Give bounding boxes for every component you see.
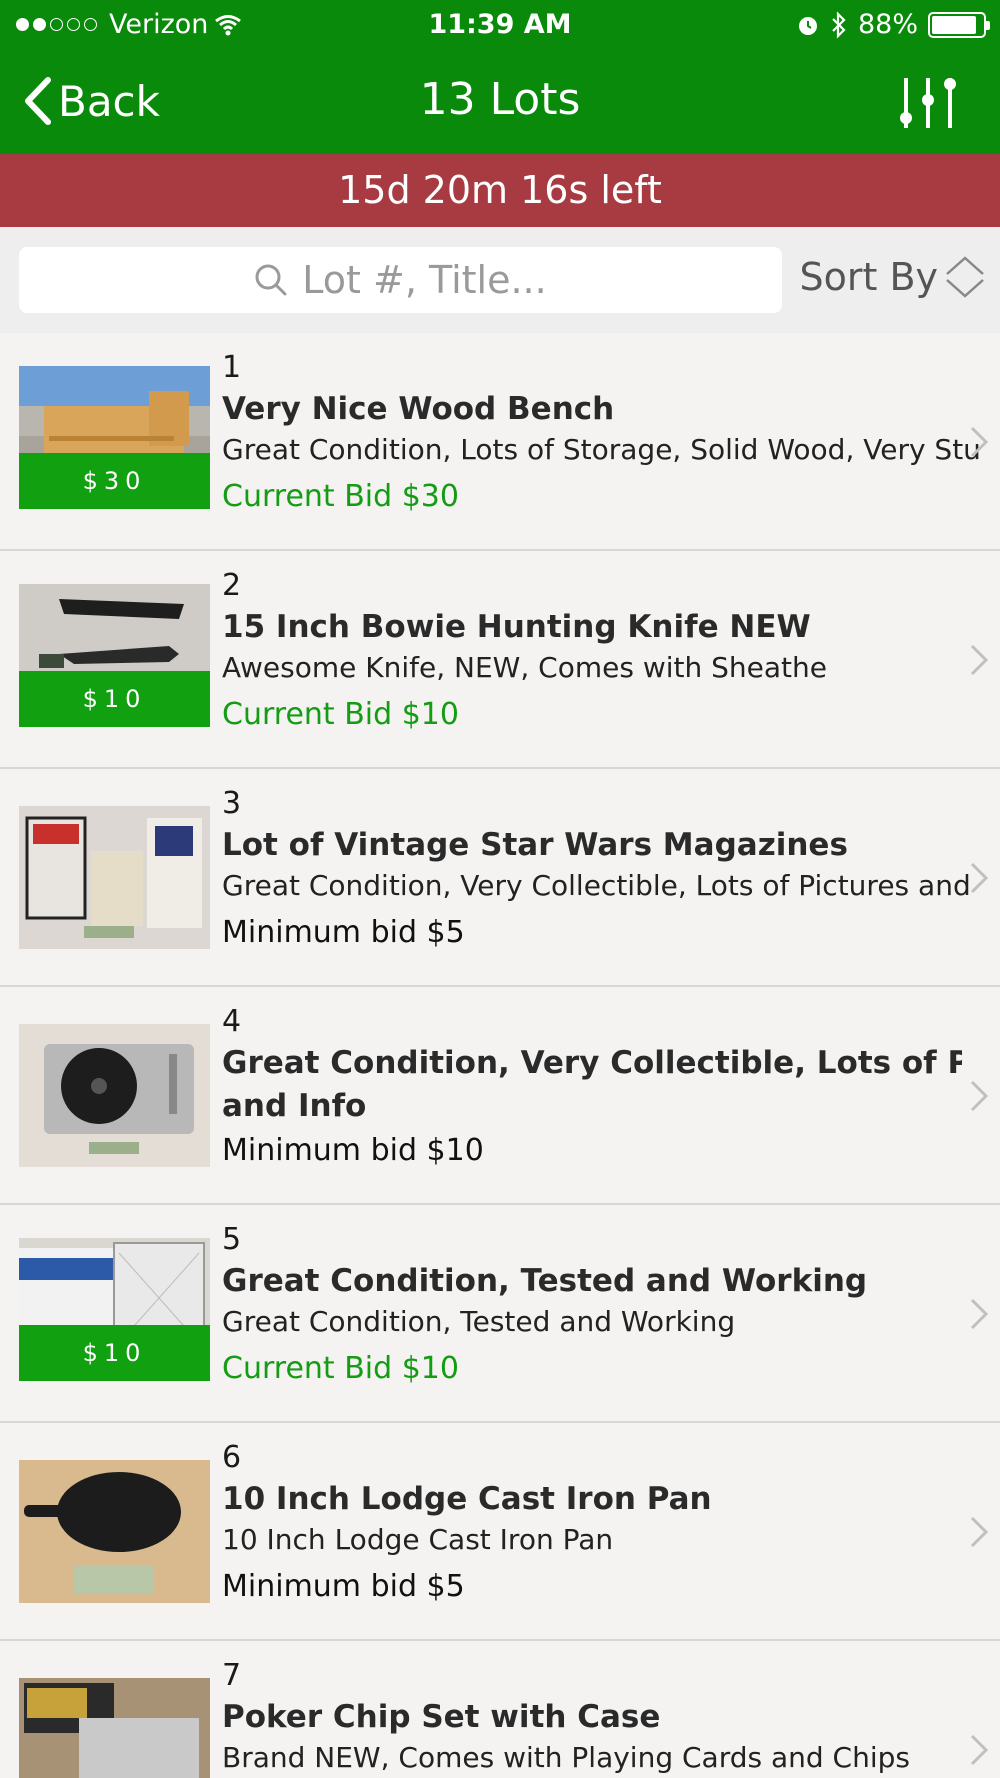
lot-title: Very Nice Wood Bench — [222, 391, 615, 427]
lot-number: 7 — [222, 1658, 242, 1693]
lot-bid: Minimum bid $5 — [222, 1569, 465, 1604]
lot-description: 10 Inch Lodge Cast Iron Pan — [222, 1523, 614, 1556]
sort-arrows-icon — [946, 256, 984, 298]
price-badge: $10 — [19, 1325, 210, 1381]
lot-bid: Current Bid $30 — [222, 479, 459, 514]
time-remaining-banner: 15d 20m 16s left — [0, 154, 1000, 227]
battery-icon — [928, 11, 990, 38]
lot-description: Great Condition, Lots of Storage, Solid … — [222, 433, 982, 466]
lot-number: 6 — [222, 1440, 242, 1475]
lot-title: Great Condition, Tested and Working — [222, 1263, 868, 1299]
lot-thumbnail — [19, 1678, 210, 1778]
price-badge: $30 — [19, 453, 210, 509]
search-placeholder: Lot #, Title... — [302, 258, 547, 302]
lot-bid: Minimum bid $10 — [222, 1133, 484, 1168]
lot-description: Awesome Knife, NEW, Comes with Sheathe — [222, 651, 827, 684]
chevron-right-icon — [970, 426, 989, 458]
lot-bid: Current Bid $10 — [222, 1351, 459, 1386]
lot-title: 10 Inch Lodge Cast Iron Pan — [222, 1481, 712, 1517]
chevron-right-icon — [970, 644, 989, 676]
lot-row[interactable]: 6 10 Inch Lodge Cast Iron Pan 10 Inch Lo… — [0, 1423, 1000, 1641]
filter-sliders-icon[interactable] — [896, 72, 960, 132]
price-badge: $10 — [19, 671, 210, 727]
lot-title: 15 Inch Bowie Hunting Knife NEW — [222, 609, 811, 645]
lot-row[interactable]: 4 Great Condition, Very Collectible, Lot… — [0, 987, 1000, 1205]
lot-thumbnail — [19, 806, 210, 949]
alarm-icon — [798, 16, 817, 35]
lot-description: Great Condition, Tested and Working — [222, 1305, 736, 1338]
lot-title: Poker Chip Set with Case — [222, 1699, 661, 1735]
lot-thumbnail — [19, 1460, 210, 1603]
chevron-right-icon — [970, 1298, 989, 1330]
lot-number: 1 — [222, 350, 242, 385]
status-bar: Verizon 11:39 AM 88% — [0, 0, 1000, 50]
chevron-right-icon — [970, 1516, 989, 1548]
bluetooth-icon — [832, 10, 846, 39]
lot-row[interactable]: $10 5 Great Condition, Tested and Workin… — [0, 1205, 1000, 1423]
lot-number: 4 — [222, 1004, 242, 1039]
lot-title-line1: Great Condition, Very Collectible, Lots … — [222, 1045, 962, 1081]
search-input[interactable]: Lot #, Title... — [19, 247, 782, 313]
lot-thumbnail — [19, 1024, 210, 1167]
search-icon — [255, 264, 287, 296]
lot-number: 2 — [222, 568, 242, 603]
chevron-right-icon — [970, 862, 989, 894]
lot-row[interactable]: $10 2 15 Inch Bowie Hunting Knife NEW Aw… — [0, 551, 1000, 769]
lot-bid: Minimum bid $5 — [222, 915, 465, 950]
lot-row[interactable]: $30 1 Very Nice Wood Bench Great Conditi… — [0, 333, 1000, 551]
status-right: 88% — [796, 9, 990, 40]
navigation-bar: Back 13 Lots — [0, 50, 1000, 154]
sort-by-button[interactable]: Sort By — [799, 255, 986, 299]
lot-list: $30 1 Very Nice Wood Bench Great Conditi… — [0, 333, 1000, 1778]
lot-title: Lot of Vintage Star Wars Magazines — [222, 827, 848, 863]
search-row: Lot #, Title... Sort By — [0, 227, 1000, 333]
sort-by-label: Sort By — [799, 255, 938, 299]
battery-percent: 88% — [857, 9, 918, 40]
lot-number: 3 — [222, 786, 242, 821]
page-title: 13 Lots — [419, 74, 581, 125]
lot-row[interactable]: 3 Lot of Vintage Star Wars Magazines Gre… — [0, 769, 1000, 987]
chevron-right-icon — [970, 1734, 989, 1766]
lot-number: 5 — [222, 1222, 242, 1257]
lot-bid: Current Bid $10 — [222, 697, 459, 732]
lot-row[interactable]: 7 Poker Chip Set with Case Brand NEW, Co… — [0, 1641, 1000, 1778]
lot-description: Great Condition, Very Collectible, Lots … — [222, 869, 982, 902]
chevron-right-icon — [970, 1080, 989, 1112]
lot-description: Brand NEW, Comes with Playing Cards and … — [222, 1741, 910, 1774]
lot-title-line2: and Info — [222, 1088, 367, 1124]
